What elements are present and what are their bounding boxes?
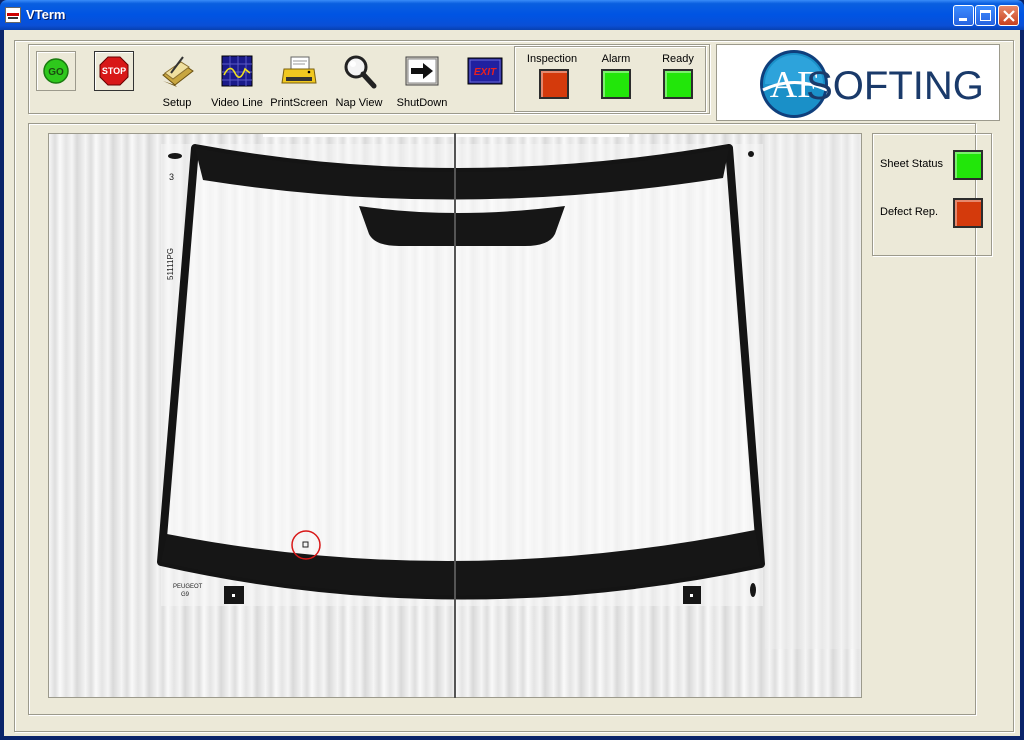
sheet-status-panel: Sheet Status Defect Rep. — [872, 133, 992, 256]
brand-line1: PEUGEOT — [173, 584, 203, 590]
company-logo: AF SOFTING — [716, 44, 1000, 121]
brand-line2: G9 — [181, 592, 190, 598]
stop-button[interactable]: STOP — [94, 51, 134, 91]
client-area: GO STOP Setup Video Line PrintScreen Nap… — [4, 30, 1020, 736]
minimize-icon — [959, 18, 967, 21]
nap-view-button[interactable]: Nap View — [336, 51, 382, 109]
printer-icon — [281, 56, 317, 84]
af-softing-logo: AF SOFTING — [760, 50, 984, 118]
printscreen-button[interactable]: PrintScreen — [270, 51, 328, 109]
maximize-button[interactable] — [975, 5, 996, 26]
inspection-indicator — [539, 69, 569, 99]
status-panel: Inspection Alarm Ready — [514, 46, 706, 112]
exit-icon: EXIT — [467, 57, 503, 85]
exit-button[interactable]: EXIT — [465, 51, 505, 91]
app-window: VTerm GO STOP Setup Video Line PrintScre… — [0, 0, 1024, 740]
shutdown-button[interactable]: ShutDown — [397, 51, 447, 109]
logo-text: SOFTING — [806, 64, 984, 108]
image-divider — [454, 133, 456, 698]
stop-icon: STOP — [99, 56, 129, 86]
defect-rep-indicator — [953, 198, 983, 228]
setup-icon — [162, 56, 194, 87]
go-icon: GO — [43, 58, 69, 84]
mark-number: 3 — [169, 172, 174, 182]
go-button[interactable]: GO — [36, 51, 76, 91]
magnifier-icon — [344, 55, 377, 89]
video-line-icon — [221, 55, 253, 87]
sheet-status-label: Sheet Status — [880, 158, 943, 170]
ready-label: Ready — [662, 53, 694, 65]
sheet-status-indicator — [953, 150, 983, 180]
shutdown-label: ShutDown — [396, 97, 448, 109]
video-line-button[interactable]: Video Line — [211, 51, 263, 109]
stop-label: STOP — [102, 66, 126, 76]
close-button[interactable] — [998, 5, 1019, 26]
window-title: VTerm — [26, 7, 66, 22]
scan-code: 51111PG — [166, 248, 175, 280]
title-bar[interactable]: VTerm — [0, 0, 1024, 30]
close-icon — [1003, 10, 1015, 22]
ready-indicator — [663, 69, 693, 99]
alarm-indicator — [601, 69, 631, 99]
setup-button[interactable]: Setup — [157, 51, 197, 109]
defect-rep-label: Defect Rep. — [880, 206, 939, 218]
inspection-label: Inspection — [526, 53, 578, 65]
go-label: GO — [48, 67, 64, 78]
app-icon[interactable] — [5, 7, 21, 23]
alarm-label: Alarm — [601, 53, 631, 65]
exit-label: EXIT — [474, 67, 497, 78]
shutdown-arrow-icon — [405, 56, 439, 86]
maximize-icon — [980, 10, 991, 21]
minimize-button[interactable] — [953, 5, 974, 26]
